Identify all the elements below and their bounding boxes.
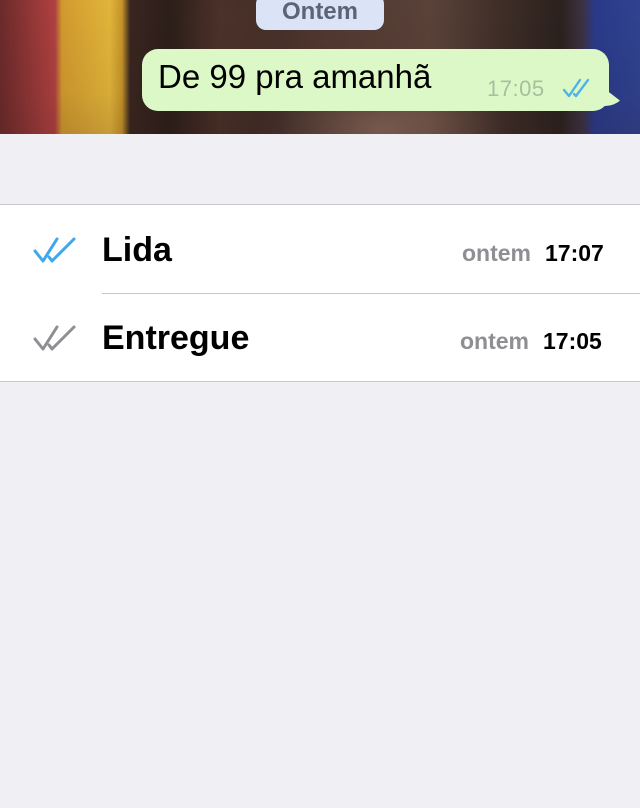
status-row-delivered: Entregue ontem 17:05 bbox=[0, 293, 640, 381]
chat-wallpaper: Ontem De 99 pra amanhã 17:05 bbox=[0, 0, 640, 134]
status-day-read: ontem bbox=[462, 240, 531, 266]
message-text: De 99 pra amanhã bbox=[158, 58, 432, 95]
double-check-icon bbox=[33, 237, 76, 263]
date-separator: Ontem bbox=[256, 0, 384, 30]
double-check-icon bbox=[33, 325, 76, 351]
status-row-read: Lida ontem 17:07 bbox=[0, 205, 640, 293]
status-time-delivered: 17:05 bbox=[543, 328, 602, 354]
status-label-read: Lida bbox=[102, 231, 172, 269]
status-label-delivered: Entregue bbox=[102, 319, 250, 357]
status-day-delivered: ontem bbox=[460, 328, 529, 354]
double-check-icon bbox=[562, 78, 590, 98]
message-info-table: Lida ontem 17:07 Entregue ontem 17:05 bbox=[0, 204, 640, 382]
message-time: 17:05 bbox=[487, 76, 545, 101]
status-time-read: 17:07 bbox=[545, 240, 604, 266]
